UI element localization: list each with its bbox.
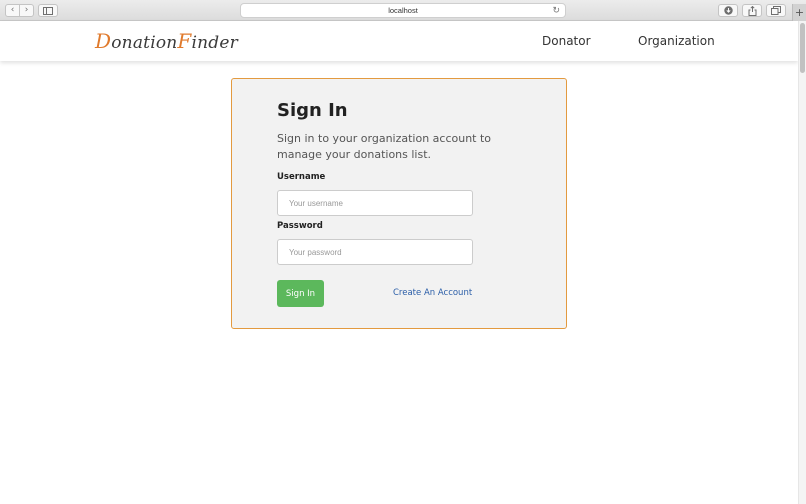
page-scrollbar[interactable] bbox=[798, 21, 806, 504]
nav-organization-link[interactable]: Organization bbox=[638, 34, 715, 48]
scrollbar-thumb[interactable] bbox=[800, 23, 805, 73]
logo-letter: F bbox=[177, 29, 192, 53]
logo-text: onation bbox=[111, 33, 178, 53]
page-title: Sign In bbox=[277, 100, 348, 121]
username-input[interactable] bbox=[277, 190, 473, 216]
back-button[interactable]: ‹ bbox=[5, 4, 20, 17]
show-tabs-button[interactable] bbox=[766, 4, 786, 17]
download-icon bbox=[723, 6, 733, 15]
share-button[interactable] bbox=[742, 4, 762, 17]
signin-card: Sign In Sign in to your organization acc… bbox=[231, 78, 567, 329]
new-tab-button[interactable]: + bbox=[792, 4, 806, 21]
downloads-button[interactable] bbox=[718, 4, 738, 17]
logo-letter: D bbox=[95, 29, 112, 53]
chevron-right-icon: › bbox=[24, 5, 29, 15]
forward-button[interactable]: › bbox=[19, 4, 34, 17]
site-logo[interactable]: DonationFinder bbox=[95, 29, 238, 53]
signin-description: Sign in to your organization account to … bbox=[277, 132, 492, 161]
share-icon bbox=[748, 5, 756, 16]
nav-donator-link[interactable]: Donator bbox=[542, 34, 591, 48]
plus-icon: + bbox=[794, 6, 805, 19]
chevron-left-icon: ‹ bbox=[10, 5, 15, 15]
create-account-link[interactable]: Create An Account bbox=[393, 288, 472, 298]
sidebar-toggle-button[interactable] bbox=[38, 4, 58, 17]
tabs-icon bbox=[771, 6, 781, 15]
site-header: DonationFinder Donator Organization bbox=[0, 21, 798, 61]
password-input[interactable] bbox=[277, 239, 473, 265]
sidebar-icon bbox=[43, 6, 53, 15]
address-bar[interactable]: localhost ↻ bbox=[240, 3, 566, 18]
password-label: Password bbox=[277, 221, 323, 231]
logo-text: inder bbox=[191, 33, 238, 53]
url-text: localhost bbox=[388, 6, 418, 15]
signin-button[interactable]: Sign In bbox=[277, 280, 324, 307]
reload-icon[interactable]: ↻ bbox=[552, 5, 560, 16]
browser-toolbar: ‹ › localhost ↻ + bbox=[0, 0, 806, 21]
username-label: Username bbox=[277, 172, 326, 182]
